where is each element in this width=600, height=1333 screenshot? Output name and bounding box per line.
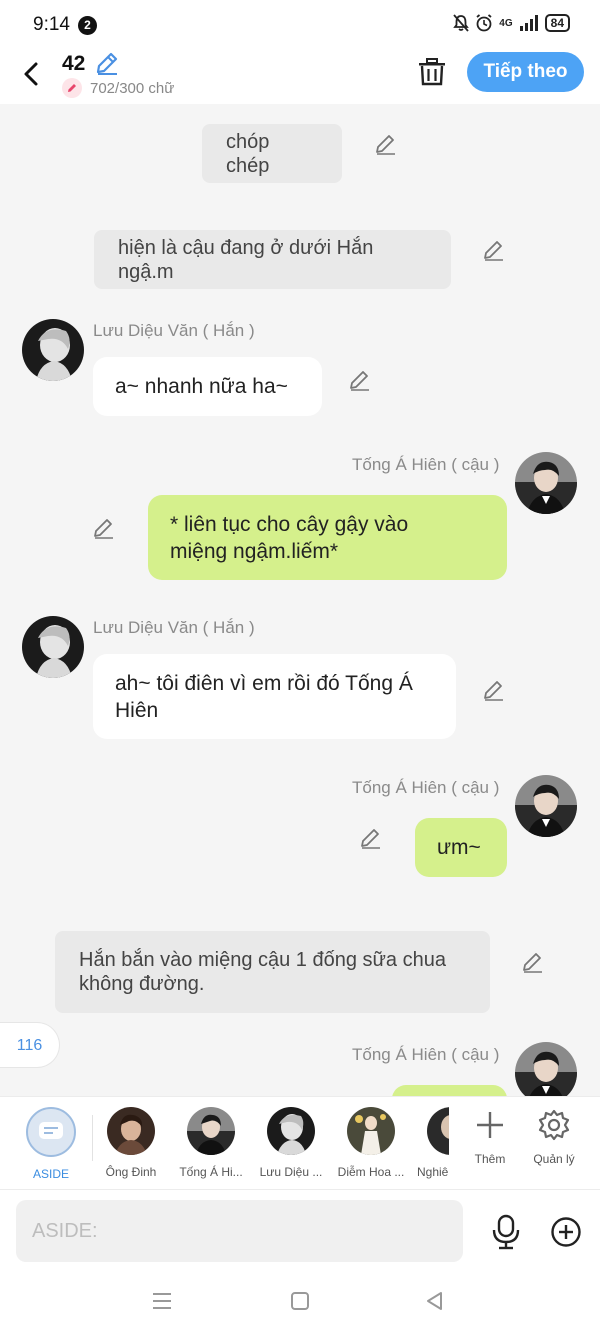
narration-text: chóp chép — [226, 130, 270, 177]
message-text-line: * liên tục cho cây gậy vào — [170, 512, 409, 536]
avatar-tong-a-hien[interactable] — [515, 1042, 577, 1096]
chat-area[interactable]: chóp chép hiện là cậu đang ở dưới Hắn ng… — [0, 104, 600, 1096]
edit-pencil-icon[interactable] — [482, 238, 506, 262]
character-ong-dinh[interactable]: Ông Đinh — [93, 1107, 169, 1179]
add-character-button[interactable]: Thêm — [460, 1107, 520, 1166]
plus-icon — [477, 1112, 503, 1138]
edit-pencil-icon[interactable] — [359, 826, 383, 850]
narration-text-line: Hắn bắn vào miệng cậu 1 đống sữa chua — [79, 949, 446, 971]
character-name: Nghiê — [417, 1165, 449, 1179]
sender-name: Tống Á Hiên ( cậu ) — [352, 778, 500, 797]
manage-label: Quản lý — [533, 1152, 575, 1166]
home-nav-icon[interactable] — [290, 1291, 310, 1311]
chapter-title: 42 — [62, 52, 86, 75]
status-bar: 9:14 2 4G 84 — [0, 0, 600, 48]
edit-pencil-icon[interactable] — [521, 950, 545, 974]
character-name: ASIDE — [32, 1167, 69, 1181]
sender-name: Lưu Diệu Văn ( Hắn ) — [93, 321, 255, 340]
message-bubble[interactable]: * liên tục cho cây gậy vào miệng ngậm.li… — [148, 495, 507, 580]
back-arrow-icon[interactable] — [18, 56, 46, 92]
character-luu-dieu-van[interactable]: Lưu Diệu ... — [253, 1107, 329, 1179]
character-diem-hoa[interactable]: Diễm Hoa ... — [333, 1107, 409, 1179]
character-aside[interactable]: ASIDE — [13, 1107, 89, 1181]
next-button[interactable]: Tiếp theo — [467, 52, 584, 92]
pen-badge-icon — [62, 78, 82, 98]
edit-pencil-icon[interactable] — [348, 368, 372, 392]
aside-chat-icon — [26, 1107, 76, 1157]
avatar-luu-dieu-van — [267, 1107, 315, 1155]
add-circle-icon[interactable] — [550, 1216, 582, 1248]
avatar-tong-a-hien[interactable] — [515, 452, 577, 514]
status-time: 9:14 — [33, 14, 70, 35]
narration-message[interactable]: Hắn bắn vào miệng cậu 1 đống sữa chua kh… — [55, 931, 490, 1013]
sender-name: Tống Á Hiên ( cậu ) — [352, 1045, 500, 1064]
edit-pencil-icon[interactable] — [92, 516, 116, 540]
narration-message[interactable]: chóp chép — [202, 124, 342, 183]
character-tong-a-hien[interactable]: Tống Á Hi... — [173, 1107, 249, 1179]
bell-muted-icon — [453, 14, 470, 32]
narration-text-line: không đường. — [79, 973, 205, 995]
message-text-line: ah~ tôi điên vì em rồi đó Tống Á — [115, 671, 413, 695]
status-icons: 4G 84 — [453, 14, 570, 32]
network-type: 4G — [499, 17, 513, 29]
alarm-icon — [476, 14, 492, 32]
character-nghie[interactable]: Nghiê — [413, 1107, 449, 1179]
character-selector: ASIDE Ông Đinh Tống Á Hi... Lưu Diệu ...… — [0, 1096, 600, 1189]
app-header: 42 702/300 chữ Tiếp theo — [0, 48, 600, 104]
sender-name: Tống Á Hiên ( cậu ) — [352, 455, 500, 474]
message-bubble[interactable] — [392, 1085, 507, 1096]
message-bubble[interactable]: ưm~ — [415, 818, 507, 877]
message-text-line: miệng ngậm.liếm* — [170, 539, 339, 563]
message-text: ưm~ — [437, 836, 481, 859]
battery-indicator: 84 — [544, 14, 570, 32]
edit-title-pencil-icon[interactable] — [94, 50, 120, 76]
avatar-ong-dinh — [107, 1107, 155, 1155]
narration-text: hiện là cậu đang ở dưới Hắn ngậ.m — [118, 236, 374, 283]
avatar-tong-a-hien[interactable] — [515, 775, 577, 837]
character-name: Ông Đinh — [105, 1165, 157, 1179]
edit-pencil-icon[interactable] — [374, 132, 398, 156]
word-count-row: 702/300 chữ — [62, 78, 174, 98]
character-name: Tống Á Hi... — [179, 1165, 243, 1179]
message-text: a~ nhanh nữa ha~ — [115, 375, 288, 398]
manage-characters-button[interactable]: Quản lý — [524, 1107, 584, 1166]
back-nav-icon[interactable] — [425, 1291, 445, 1311]
input-bar — [0, 1189, 600, 1269]
signal-icon — [519, 15, 538, 31]
message-bubble[interactable]: ah~ tôi điên vì em rồi đó Tống Á Hiên — [93, 654, 456, 739]
avatar-diem-hoa — [347, 1107, 395, 1155]
avatar-luu-dieu-van[interactable] — [22, 616, 84, 678]
edit-pencil-icon[interactable] — [482, 678, 506, 702]
word-count: 702/300 chữ — [90, 79, 175, 97]
sender-name: Lưu Diệu Văn ( Hắn ) — [93, 618, 255, 637]
avatar-luu-dieu-van[interactable] — [22, 319, 84, 381]
system-nav-bar — [0, 1269, 600, 1333]
trash-icon[interactable] — [416, 56, 448, 88]
avatar-nghie — [427, 1107, 449, 1155]
menu-nav-icon[interactable] — [151, 1291, 173, 1311]
character-name: Diễm Hoa ... — [337, 1165, 405, 1179]
message-bubble[interactable]: a~ nhanh nữa ha~ — [93, 357, 322, 416]
unread-count-badge[interactable]: 116 — [0, 1022, 60, 1068]
add-label: Thêm — [474, 1152, 506, 1166]
avatar-tong-a-hien — [187, 1107, 235, 1155]
message-input[interactable] — [16, 1200, 463, 1262]
notification-count-badge: 2 — [78, 16, 97, 35]
message-text-line: Hiên — [115, 698, 159, 722]
character-name: Lưu Diệu ... — [259, 1165, 323, 1179]
gear-icon — [538, 1109, 570, 1141]
microphone-icon[interactable] — [490, 1214, 522, 1250]
narration-message[interactable]: hiện là cậu đang ở dưới Hắn ngậ.m — [94, 230, 451, 289]
